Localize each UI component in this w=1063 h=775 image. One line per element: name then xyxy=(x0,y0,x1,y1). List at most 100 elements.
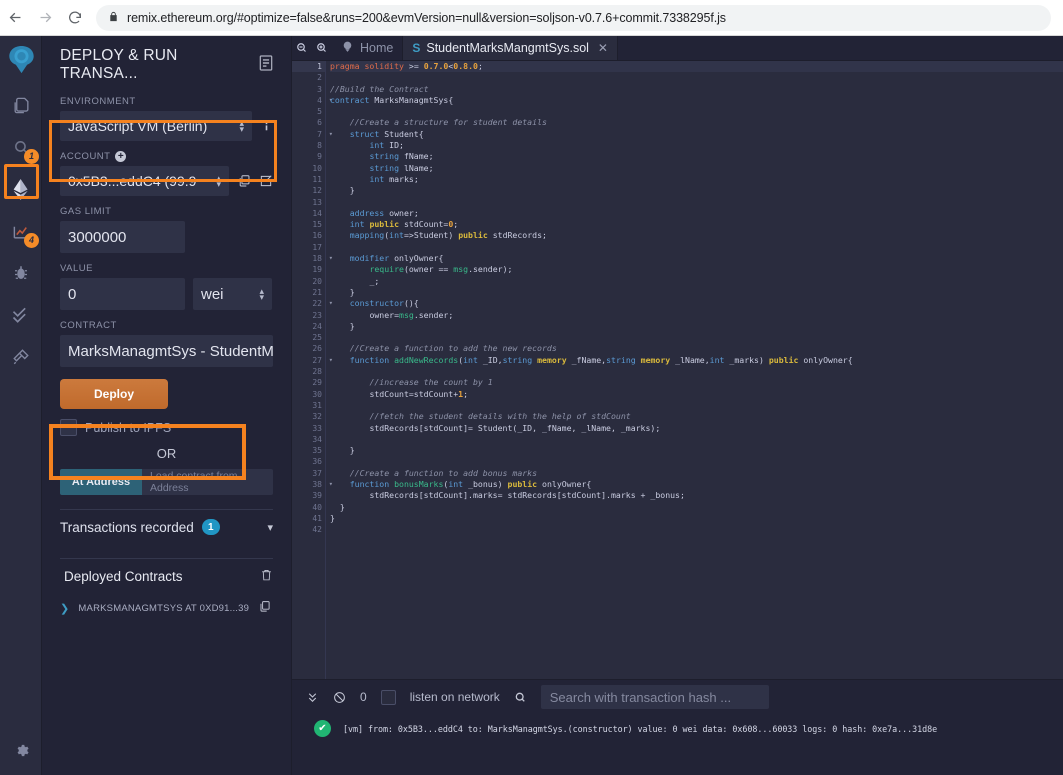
analysis-icon[interactable] xyxy=(0,294,42,336)
publish-ipfs-checkbox[interactable] xyxy=(60,419,77,436)
account-select[interactable]: 0x5B3...eddC4 (99.9 ▴ ▾ xyxy=(60,166,229,196)
code-line: //fetch the student details with the hel… xyxy=(369,411,631,422)
chevrons-down-icon[interactable] xyxy=(306,691,319,704)
listen-on-network-label: listen on network xyxy=(409,690,500,704)
icon-rail: 1 4 xyxy=(0,36,42,775)
info-icon[interactable] xyxy=(260,120,273,133)
transactions-recorded-row[interactable]: Transactions recorded 1 ▾ xyxy=(60,510,273,544)
value-label: VALUE xyxy=(60,263,93,274)
tab-bar: Home S StudentMarksMangmtSys.sol ✕ xyxy=(292,36,1063,61)
at-address-button[interactable]: At Address xyxy=(60,469,142,495)
account-label-text: ACCOUNT xyxy=(60,151,111,162)
code-line: //increase the count by 1 xyxy=(369,377,493,388)
listen-on-network-checkbox[interactable] xyxy=(380,689,396,705)
tab-home-label: Home xyxy=(360,41,394,55)
caret-right-icon[interactable]: ❯ xyxy=(60,602,69,615)
at-address-input[interactable]: Load contract from Address xyxy=(142,469,273,495)
back-arrow-icon[interactable] xyxy=(0,3,30,33)
address-bar[interactable]: remix.ethereum.org/#optimize=false&runs=… xyxy=(96,4,1051,31)
line-number: 33 xyxy=(312,423,322,433)
tab-student-marks-file[interactable]: S StudentMarksMangmtSys.sol ✕ xyxy=(403,36,618,60)
search-icon[interactable] xyxy=(514,691,527,704)
copy-icon[interactable] xyxy=(237,174,251,188)
trash-icon[interactable] xyxy=(260,568,273,585)
account-value: 0x5B3...eddC4 (99.9 xyxy=(68,173,197,189)
deploy-button[interactable]: Deploy xyxy=(60,379,168,409)
edit-icon[interactable] xyxy=(259,174,273,188)
line-number: 13 xyxy=(312,197,322,207)
terminal-toolbar: 0 listen on network Search with transact… xyxy=(292,680,1063,714)
zoom-out-icon[interactable] xyxy=(292,36,312,60)
reload-icon[interactable] xyxy=(60,3,90,33)
code-line: } xyxy=(349,286,355,297)
search-icon[interactable]: 1 xyxy=(0,126,42,168)
contract-select[interactable]: MarksManagmtSys - StudentM ▴▾ xyxy=(60,335,273,367)
line-number: 18 ▾ xyxy=(312,254,333,264)
document-icon[interactable] xyxy=(259,54,273,76)
ban-icon[interactable] xyxy=(333,691,346,704)
zoom-in-icon[interactable] xyxy=(312,36,332,60)
pending-count: 0 xyxy=(360,690,367,704)
account-label: ACCOUNT + xyxy=(60,151,273,162)
code-line: pragma solidity >= 0.7.0<0.8.0; xyxy=(330,61,1063,73)
line-number: 3 xyxy=(317,84,322,94)
deployed-contract-item[interactable]: ❯ MARKSMANAGMTSYS AT 0XD91...39 ✕ xyxy=(60,593,273,623)
line-number: 35 xyxy=(312,446,322,456)
gear-icon[interactable] xyxy=(0,733,42,767)
plus-circle-icon[interactable]: + xyxy=(115,151,127,162)
tab-home[interactable]: Home xyxy=(332,36,404,60)
remix-logo-icon[interactable] xyxy=(0,36,42,84)
plugin-manager-icon[interactable] xyxy=(0,336,42,378)
page-title: DEPLOY & RUN TRANSA... xyxy=(60,47,178,82)
code-content[interactable]: pragma solidity >= 0.7.0<0.8.0; //Build … xyxy=(330,61,1063,679)
code-line: } xyxy=(330,512,335,523)
line-number: 20 xyxy=(312,276,322,286)
terminal-panel: 0 listen on network Search with transact… xyxy=(292,679,1063,775)
file-explorer-icon[interactable] xyxy=(0,84,42,126)
line-number: 14 xyxy=(312,208,322,218)
value-input[interactable]: 0 xyxy=(60,278,185,310)
line-number: 1 xyxy=(292,61,325,73)
debugger-icon[interactable] xyxy=(0,252,42,294)
line-number: 26 xyxy=(312,344,322,354)
editor-area: Home S StudentMarksMangmtSys.sol ✕ 1 2 3 4 ▾… xyxy=(292,36,1063,775)
chevron-updown-icon: ▴ ▾ xyxy=(239,117,244,134)
line-number: 37 xyxy=(312,468,322,478)
value-unit-select[interactable]: wei ▴ ▾ xyxy=(193,278,272,310)
line-number: 10 xyxy=(312,163,322,173)
code-editor[interactable]: 1 2 3 4 ▾ 5 6 7 ▾ 8 9 10 11 12 13 14 15 16 17 18 ▾ 19 20 21 22 ▾ 2… xyxy=(292,61,1063,679)
transaction-search-input[interactable]: Search with transaction hash ... xyxy=(540,685,769,709)
terminal-log-row[interactable]: ✔ [vm] from: 0x5B3...eddC4 to: MarksMana… xyxy=(292,714,1063,737)
code-line: mapping(int=>Student) public stdRecords; xyxy=(349,230,547,241)
transactions-recorded-label: Transactions recorded xyxy=(60,519,194,535)
code-line: } xyxy=(339,501,345,512)
code-line: constructor(){ xyxy=(349,298,419,309)
deploy-run-icon[interactable] xyxy=(0,168,42,210)
line-number: 41 xyxy=(312,513,322,523)
code-line: //Create a function to add bonus marks xyxy=(349,467,538,478)
forward-arrow-icon[interactable] xyxy=(30,3,60,33)
code-line: stdCount=stdCount+1; xyxy=(369,388,469,399)
solidity-compiler-icon[interactable]: 4 xyxy=(0,210,42,252)
chevron-down-icon[interactable]: ▾ xyxy=(267,521,273,534)
gas-limit-input[interactable]: 3000000 xyxy=(60,221,185,253)
environment-label: ENVIRONMENT xyxy=(60,96,136,107)
close-icon[interactable]: ✕ xyxy=(598,41,608,55)
search-badge: 1 xyxy=(24,149,39,164)
code-line: int public stdCount=0; xyxy=(349,219,459,230)
publish-ipfs-row[interactable]: Publish to IPFS xyxy=(60,419,273,436)
line-number: 17 xyxy=(312,242,322,252)
check-circle-icon: ✔ xyxy=(314,720,331,737)
code-line: owner=msg.sender; xyxy=(369,309,454,320)
code-line: struct Student{ xyxy=(349,128,424,139)
deployed-contracts-header: Deployed Contracts xyxy=(60,559,273,593)
environment-select[interactable]: JavaScript VM (Berlin) ▴ ▾ xyxy=(60,111,252,141)
copy-icon[interactable] xyxy=(258,600,271,616)
contract-value: MarksManagmtSys - StudentM xyxy=(68,342,273,360)
code-line: contract MarksManagmtSys{ xyxy=(330,94,454,105)
